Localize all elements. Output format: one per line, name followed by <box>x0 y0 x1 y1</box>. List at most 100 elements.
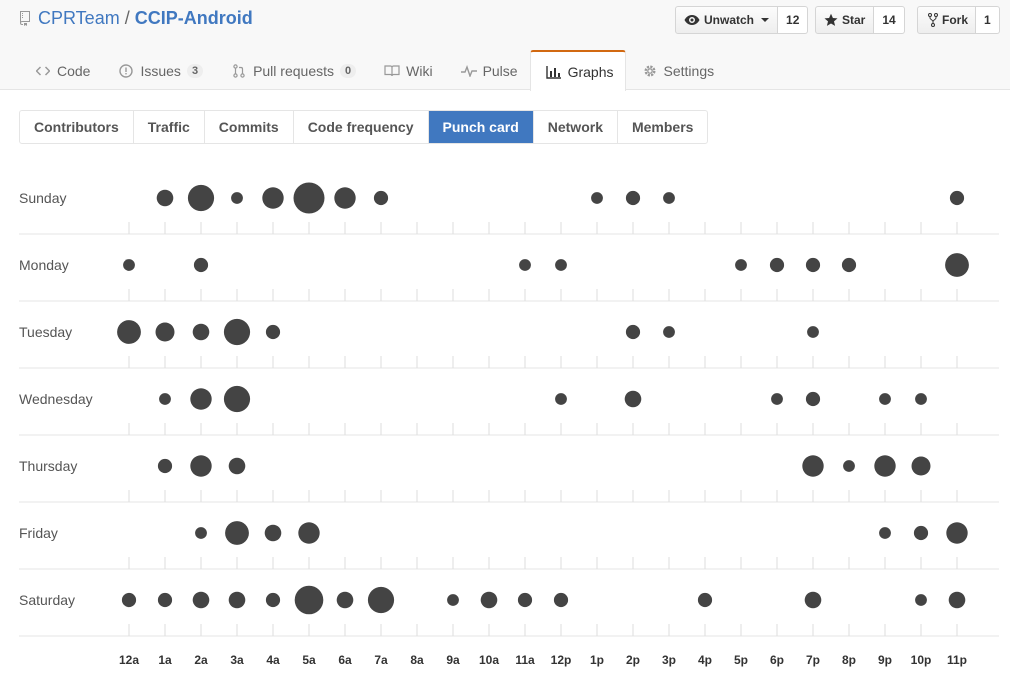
punch-dot[interactable] <box>265 592 281 608</box>
punch-dot[interactable] <box>949 190 965 206</box>
unwatch-button[interactable]: Unwatch <box>675 6 779 34</box>
tab-issues[interactable]: Issues 3 <box>102 50 215 90</box>
punch-dot[interactable] <box>555 259 567 271</box>
punch-dot[interactable] <box>663 326 675 338</box>
punch-dot[interactable] <box>805 391 821 407</box>
punch-dot[interactable] <box>879 527 891 539</box>
punch-dot[interactable] <box>193 257 209 273</box>
punch-dot[interactable] <box>264 524 282 542</box>
watchers-count[interactable]: 12 <box>778 6 809 34</box>
punch-dot[interactable] <box>192 591 210 609</box>
punch-dot[interactable] <box>480 591 498 609</box>
star-button[interactable]: Star <box>815 6 875 34</box>
punch-dot[interactable] <box>231 192 243 204</box>
punch-dot[interactable] <box>946 522 968 544</box>
repo-header: CPRTeam / CCIP-Android Unwatch 12 Star 1… <box>0 0 1010 91</box>
punch-dot[interactable] <box>697 592 713 608</box>
punch-dot[interactable] <box>519 259 531 271</box>
graph-tab-commits[interactable]: Commits <box>203 111 293 143</box>
star-icon <box>824 13 838 27</box>
punch-dot[interactable] <box>190 455 212 477</box>
graph-tab-contributors[interactable]: Contributors <box>20 111 133 143</box>
punch-dot[interactable] <box>447 594 459 606</box>
punch-dot[interactable] <box>771 393 783 405</box>
punch-dot[interactable] <box>913 525 929 541</box>
punch-dot[interactable] <box>804 591 822 609</box>
graph-tab-code-frequency[interactable]: Code frequency <box>292 111 428 143</box>
fork-button[interactable]: Fork <box>917 6 977 34</box>
punch-dot[interactable] <box>293 182 325 214</box>
tab-settings[interactable]: Settings <box>626 50 727 90</box>
hour-label: 11a <box>515 653 535 667</box>
hour-label: 8a <box>410 653 424 667</box>
hour-label: 3a <box>230 653 244 667</box>
tab-wiki[interactable]: Wiki <box>368 50 444 90</box>
punch-dot[interactable] <box>879 393 891 405</box>
punch-dot[interactable] <box>157 458 173 474</box>
hour-label: 8p <box>842 653 856 667</box>
forks-count[interactable]: 1 <box>976 6 1000 34</box>
punch-dot[interactable] <box>265 324 281 340</box>
punch-dot[interactable] <box>624 390 642 408</box>
punch-dot[interactable] <box>159 393 171 405</box>
punch-dot[interactable] <box>807 326 819 338</box>
punch-dot[interactable] <box>225 521 249 545</box>
punch-dot[interactable] <box>915 393 927 405</box>
repo-owner-link[interactable]: CPRTeam <box>38 7 120 29</box>
punch-dot[interactable] <box>262 187 284 209</box>
punch-dot[interactable] <box>805 257 821 273</box>
punch-dot[interactable] <box>336 591 354 609</box>
punch-dot[interactable] <box>663 192 675 204</box>
punch-dot[interactable] <box>769 257 785 273</box>
punch-dot[interactable] <box>843 460 855 472</box>
punch-dot[interactable] <box>367 586 395 614</box>
punch-dot[interactable] <box>157 592 173 608</box>
punch-dot[interactable] <box>334 187 356 209</box>
punch-card-svg: Sunday Monday Tuesday Wednesday Thursday Frid… <box>19 182 999 667</box>
tab-pulse[interactable]: Pulse <box>445 50 530 90</box>
punch-dot[interactable] <box>187 184 215 212</box>
stargazers-count[interactable]: 14 <box>874 6 905 34</box>
punch-dot[interactable] <box>228 457 246 475</box>
punch-dot[interactable] <box>155 322 175 342</box>
punch-dot[interactable] <box>841 257 857 273</box>
graph-tab-punch-card[interactable]: Punch card <box>427 111 533 143</box>
punch-dot[interactable] <box>517 592 533 608</box>
punch-dot[interactable] <box>555 393 567 405</box>
punch-dot[interactable] <box>373 190 389 206</box>
punch-dot[interactable] <box>195 527 207 539</box>
punch-dot[interactable] <box>915 594 927 606</box>
punch-dot[interactable] <box>948 591 966 609</box>
punch-dot[interactable] <box>294 585 324 615</box>
tab-graphs[interactable]: Graphs <box>529 50 626 91</box>
punch-dot[interactable] <box>117 320 141 344</box>
punch-dot[interactable] <box>223 385 251 413</box>
punch-dot[interactable] <box>802 455 824 477</box>
punch-dot[interactable] <box>625 324 641 340</box>
day-label: Tuesday <box>19 324 72 340</box>
punch-dot[interactable] <box>228 591 246 609</box>
graph-tab-traffic[interactable]: Traffic <box>132 111 204 143</box>
punch-dot[interactable] <box>156 189 174 207</box>
graph-icon <box>545 64 562 80</box>
punch-dot[interactable] <box>945 253 969 277</box>
tab-pull-requests[interactable]: Pull requests 0 <box>215 50 368 90</box>
punch-dot[interactable] <box>553 592 569 608</box>
graph-tab-members[interactable]: Members <box>616 111 707 143</box>
punch-dot[interactable] <box>735 259 747 271</box>
repo-name-link[interactable]: CCIP-Android <box>135 7 253 29</box>
punch-dot[interactable] <box>874 455 896 477</box>
punch-dot[interactable] <box>625 190 641 206</box>
tab-issues-label: Issues <box>140 62 181 79</box>
punch-dot[interactable] <box>591 192 603 204</box>
punch-dot[interactable] <box>223 318 251 346</box>
punch-dot[interactable] <box>298 522 320 544</box>
tab-code[interactable]: Code <box>19 50 102 90</box>
punch-dot[interactable] <box>192 323 210 341</box>
punch-dot[interactable] <box>911 456 931 476</box>
punch-dot[interactable] <box>121 592 137 608</box>
tab-settings-label: Settings <box>663 62 715 79</box>
graph-tab-network[interactable]: Network <box>532 111 617 143</box>
punch-dot[interactable] <box>190 388 212 410</box>
punch-dot[interactable] <box>123 259 135 271</box>
